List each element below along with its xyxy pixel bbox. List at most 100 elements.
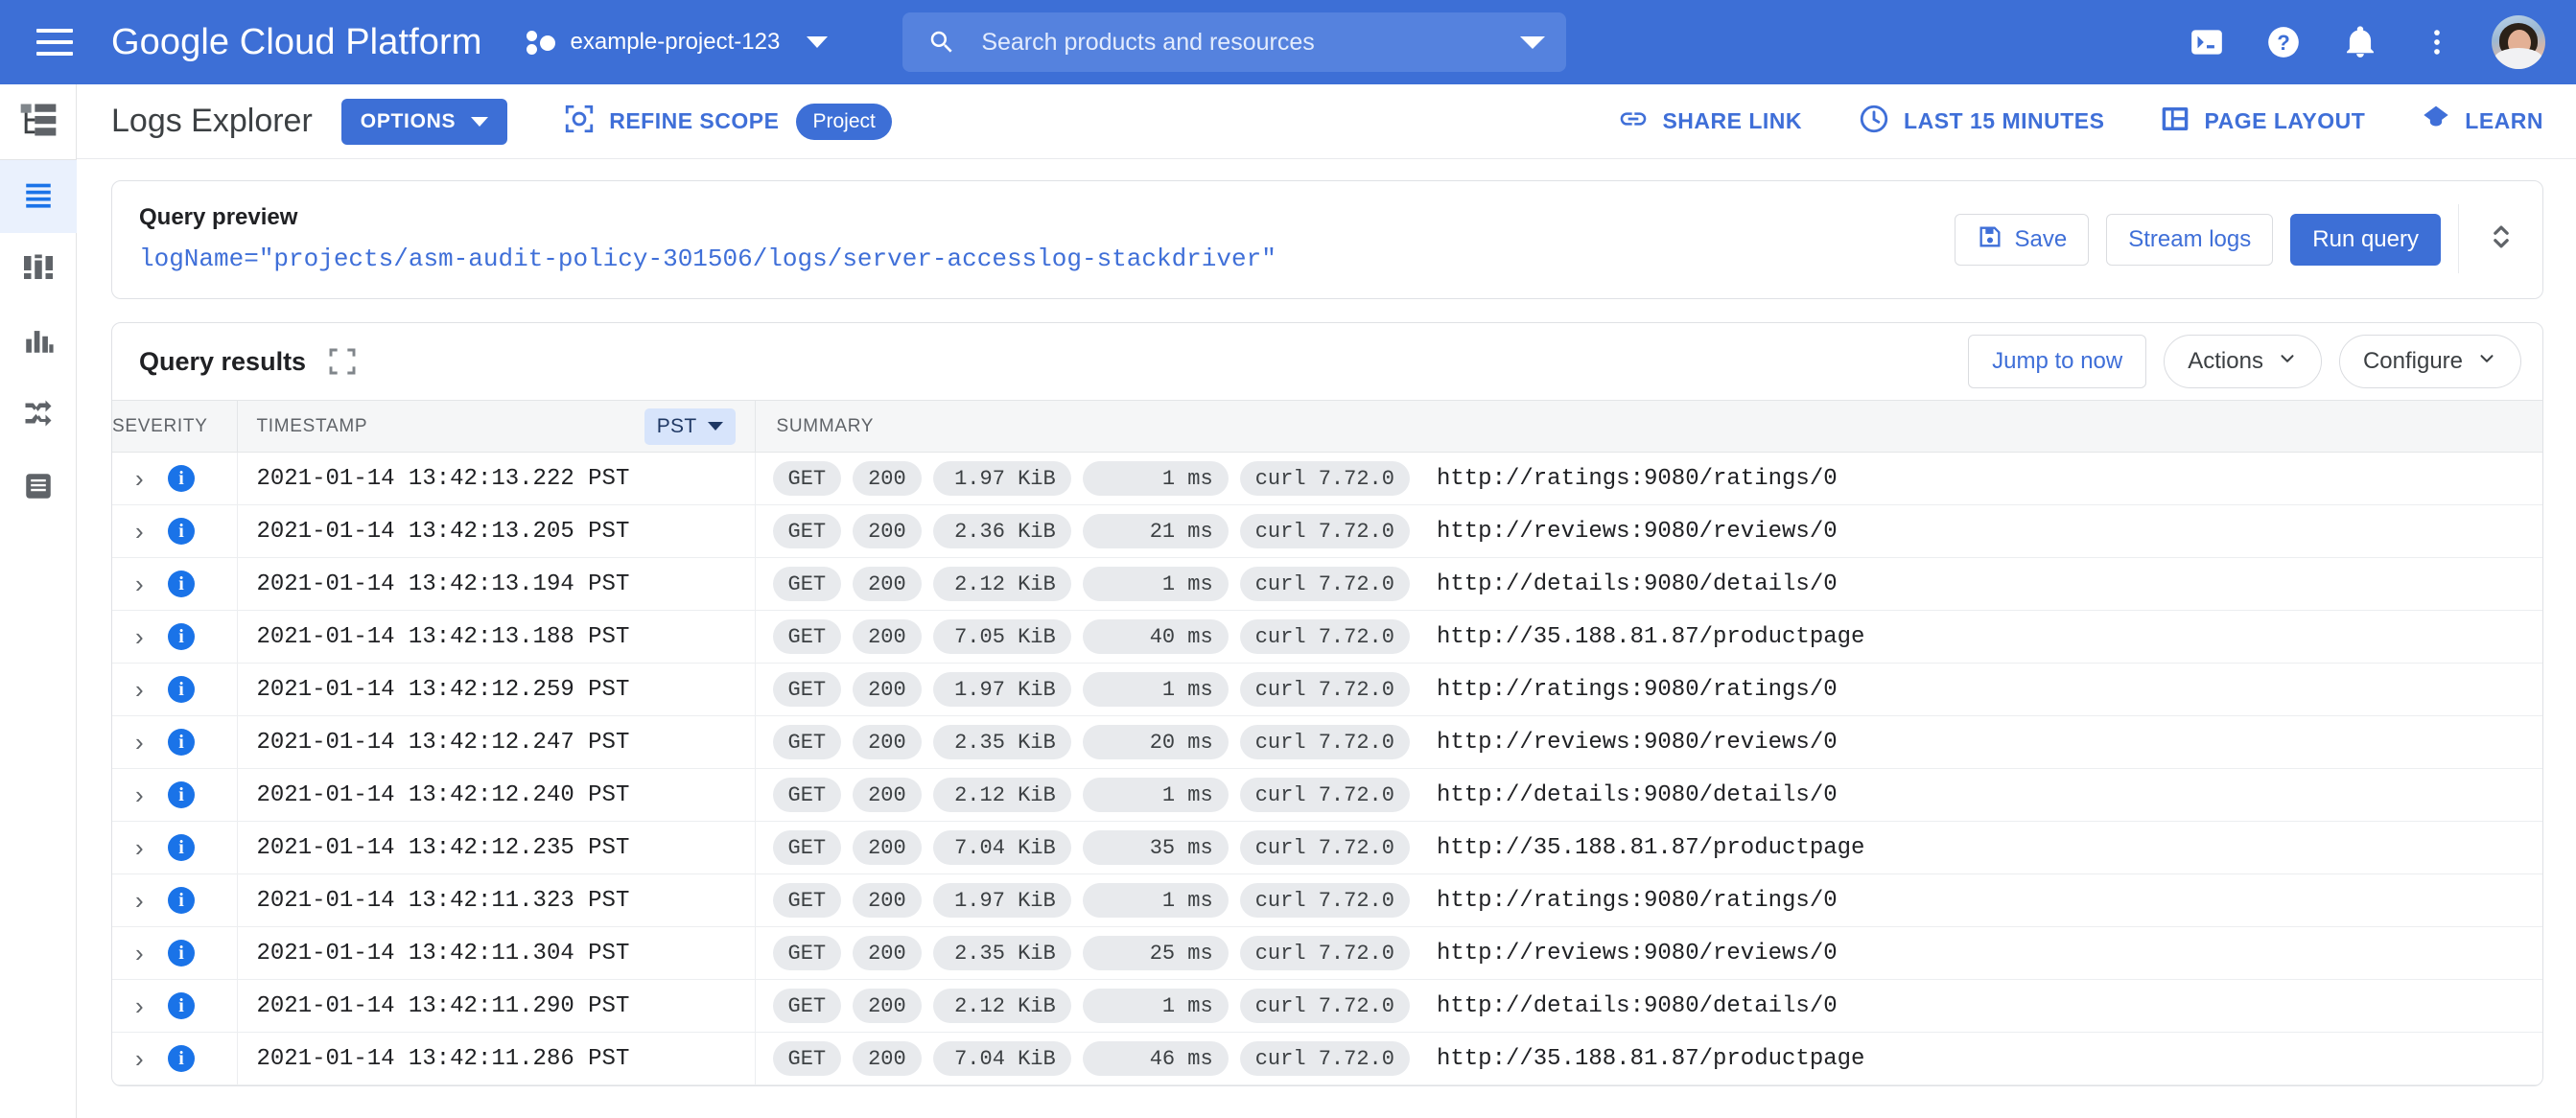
- stream-logs-button[interactable]: Stream logs: [2106, 214, 2274, 266]
- expand-row-chevron-icon[interactable]: ›: [135, 466, 152, 491]
- column-header-timestamp[interactable]: TIMESTAMP PST: [237, 400, 756, 453]
- query-expand-toggle[interactable]: [2458, 204, 2542, 273]
- severity-cell: › i: [112, 452, 238, 505]
- notifications-icon[interactable]: [2338, 20, 2382, 64]
- query-results-header: Query results Jump to now Actions Config…: [112, 323, 2542, 400]
- save-button-label: Save: [2014, 226, 2068, 252]
- main-menu-icon[interactable]: [29, 16, 81, 68]
- column-header-severity[interactable]: SEVERITY: [112, 400, 238, 453]
- query-preview-actions: Save Stream logs Run query: [1935, 204, 2441, 266]
- expand-row-chevron-icon[interactable]: ›: [135, 782, 152, 807]
- page-layout-button[interactable]: PAGE LAYOUT: [2160, 104, 2365, 140]
- chip-user-agent: curl 7.72.0: [1239, 461, 1410, 496]
- sidebar-item-logs-metrics[interactable]: [0, 306, 77, 379]
- expand-row-chevron-icon[interactable]: ›: [135, 730, 152, 755]
- search-input[interactable]: Search products and resources: [902, 12, 1567, 72]
- chip-status: 200: [853, 567, 922, 601]
- table-row[interactable]: › i 2021-01-14 13:42:13.188 PST GET 200 7.05 …: [112, 610, 2542, 664]
- expand-row-chevron-icon[interactable]: ›: [135, 677, 152, 702]
- page-title: Logs Explorer: [111, 103, 313, 139]
- options-button[interactable]: OPTIONS: [340, 98, 508, 145]
- status-badge: i: [168, 518, 195, 545]
- request-url: http://reviews:9080/reviews/0: [1436, 940, 1838, 967]
- summary-cell: GET 200 7.04 KiB 35 ms curl 7.72.0 http://35.…: [755, 821, 2542, 874]
- chip-method: GET: [772, 567, 842, 601]
- chip-status: 200: [853, 830, 922, 865]
- chip-method: GET: [772, 725, 842, 759]
- chip-size: 2.12 KiB: [932, 989, 1071, 1023]
- table-row[interactable]: › i 2021-01-14 13:42:13.194 PST GET 200 2.12 …: [112, 557, 2542, 611]
- table-row[interactable]: › i 2021-01-14 13:42:11.304 PST GET 200 2.35 …: [112, 926, 2542, 980]
- search-chevron-down-icon[interactable]: [1520, 35, 1546, 49]
- refine-scope-icon: [563, 103, 596, 141]
- chip-size: 2.35 KiB: [932, 725, 1071, 759]
- stream-logs-label: Stream logs: [2128, 226, 2252, 252]
- query-preview-content: Query preview logName="projects/asm-audi…: [112, 204, 1935, 273]
- request-url: http://35.188.81.87/productpage: [1436, 1045, 1865, 1072]
- request-url: http://35.188.81.87/productpage: [1436, 623, 1865, 650]
- chip-status: 200: [853, 778, 922, 812]
- chip-user-agent: curl 7.72.0: [1239, 1041, 1410, 1076]
- status-badge: i: [168, 1045, 195, 1072]
- expand-row-chevron-icon[interactable]: ›: [135, 941, 152, 966]
- sidebar-item-logs-router[interactable]: [0, 379, 77, 452]
- sidebar-item-logs-storage[interactable]: [0, 452, 77, 524]
- chip-user-agent: curl 7.72.0: [1239, 830, 1410, 865]
- table-row[interactable]: › i 2021-01-14 13:42:11.323 PST GET 200 1.97 …: [112, 873, 2542, 927]
- sidebar-item-resource-tree[interactable]: [0, 84, 76, 159]
- jump-to-now-button[interactable]: Jump to now: [1968, 335, 2147, 388]
- table-row[interactable]: › i 2021-01-14 13:42:12.259 PST GET 200 1.97 …: [112, 663, 2542, 716]
- status-badge: i: [168, 623, 195, 650]
- configure-button[interactable]: Configure: [2338, 335, 2521, 388]
- query-results-card: Query results Jump to now Actions Config…: [111, 322, 2543, 1086]
- chip-status: 200: [853, 725, 922, 759]
- expand-row-chevron-icon[interactable]: ›: [135, 624, 152, 649]
- actions-button[interactable]: Actions: [2164, 335, 2322, 388]
- time-range-button[interactable]: LAST 15 MINUTES: [1858, 103, 2104, 141]
- help-icon[interactable]: ?: [2261, 20, 2306, 64]
- chip-size: 7.04 KiB: [932, 830, 1071, 865]
- table-row[interactable]: › i 2021-01-14 13:42:13.222 PST GET 200 1.97 …: [112, 452, 2542, 505]
- column-header-summary[interactable]: SUMMARY: [755, 400, 2542, 453]
- expand-row-chevron-icon[interactable]: ›: [135, 1046, 152, 1071]
- expand-row-chevron-icon[interactable]: ›: [135, 888, 152, 913]
- expand-row-chevron-icon[interactable]: ›: [135, 835, 152, 860]
- avatar[interactable]: [2492, 15, 2545, 69]
- table-row[interactable]: › i 2021-01-14 13:42:12.240 PST GET 200 2.12 …: [112, 768, 2542, 822]
- fullscreen-icon[interactable]: [327, 346, 358, 377]
- project-selector[interactable]: example-project-123: [526, 27, 829, 58]
- table-row[interactable]: › i 2021-01-14 13:42:12.235 PST GET 200 7.04 …: [112, 821, 2542, 874]
- request-url: http://details:9080/details/0: [1436, 992, 1838, 1019]
- resource-tree-icon: [17, 99, 59, 146]
- scope-badge[interactable]: Project: [796, 103, 892, 140]
- run-query-button[interactable]: Run query: [2290, 214, 2441, 266]
- share-link-button[interactable]: SHARE LINK: [1618, 104, 1802, 140]
- chevron-down-icon: [807, 36, 829, 48]
- refine-scope-button[interactable]: REFINE SCOPE Project: [563, 103, 892, 141]
- column-header-timestamp-label: TIMESTAMP: [256, 415, 368, 436]
- save-button[interactable]: Save: [1954, 214, 2090, 266]
- sidebar-item-logs-explorer[interactable]: [0, 160, 77, 233]
- cloud-shell-icon[interactable]: [2185, 20, 2229, 64]
- severity-cell: › i: [112, 1032, 238, 1085]
- chip-latency: 46 ms: [1082, 1041, 1229, 1076]
- expand-row-chevron-icon[interactable]: ›: [135, 519, 152, 544]
- chip-status: 200: [853, 619, 922, 654]
- chip-method: GET: [772, 672, 842, 707]
- learn-button[interactable]: LEARN: [2421, 104, 2543, 140]
- chevron-down-icon: [707, 422, 723, 431]
- timezone-selector[interactable]: PST: [644, 408, 736, 445]
- expand-row-chevron-icon[interactable]: ›: [135, 571, 152, 596]
- table-row[interactable]: › i 2021-01-14 13:42:11.290 PST GET 200 2.12 …: [112, 979, 2542, 1033]
- sidebar-item-logs-dashboard[interactable]: [0, 233, 77, 306]
- table-row[interactable]: › i 2021-01-14 13:42:12.247 PST GET 200 2.35 …: [112, 715, 2542, 769]
- chip-method: GET: [772, 514, 842, 548]
- expand-row-chevron-icon[interactable]: ›: [135, 993, 152, 1018]
- chevron-down-icon: [2476, 348, 2497, 376]
- table-row[interactable]: › i 2021-01-14 13:42:11.286 PST GET 200 7.04 …: [112, 1032, 2542, 1085]
- more-options-icon[interactable]: [2415, 20, 2459, 64]
- severity-cell: › i: [112, 610, 238, 664]
- table-row[interactable]: › i 2021-01-14 13:42:13.205 PST GET 200 2.36 …: [112, 504, 2542, 558]
- query-text[interactable]: logName="projects/asm-audit-policy-30150…: [139, 245, 1935, 273]
- chip-size: 1.97 KiB: [932, 461, 1071, 496]
